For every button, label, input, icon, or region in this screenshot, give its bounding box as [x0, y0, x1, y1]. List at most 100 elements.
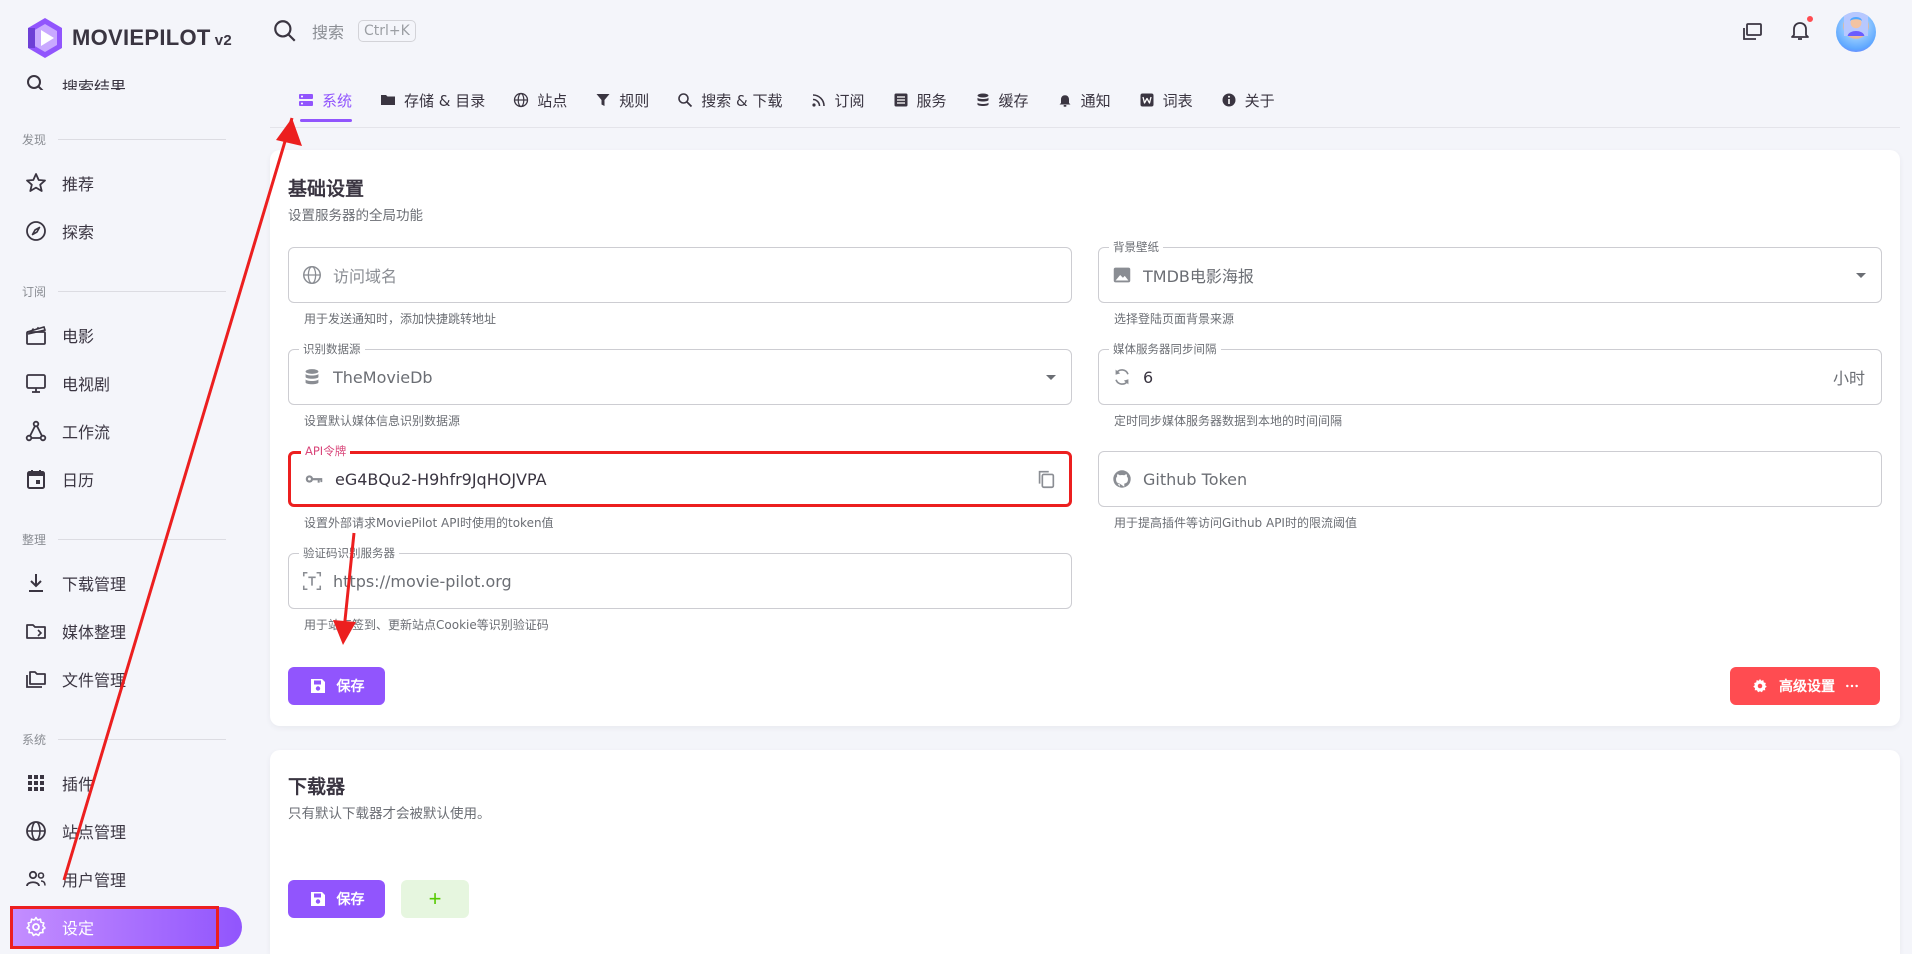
sidebar-item-download-manage[interactable]: 下载管理: [10, 563, 242, 603]
tab-label: 订阅: [834, 91, 865, 110]
avatar[interactable]: [1836, 12, 1876, 52]
tab-about[interactable]: 关于: [1207, 80, 1289, 120]
text-recognition-icon: [302, 571, 322, 591]
tab-label: 缓存: [998, 91, 1029, 110]
github-icon: [1113, 470, 1131, 488]
sidebar-item-workflow[interactable]: 工作流: [10, 411, 242, 451]
sidebar-item-label: 探索: [62, 223, 95, 242]
sidebar-item-label: 推荐: [62, 175, 95, 194]
folder-icon: [381, 95, 396, 105]
sidebar-item-file-manage[interactable]: 文件管理: [10, 659, 242, 699]
moviepilot-logo-icon: [28, 18, 62, 58]
user-avatar-icon: [1844, 12, 1868, 36]
sidebar-item-user-manage[interactable]: 用户管理: [10, 859, 242, 899]
more-horizontal-icon: [1846, 684, 1858, 688]
sync-interval-input[interactable]: 6: [1143, 368, 1823, 387]
sidebar: MOVIEPILOT v2 搜索结果 发现 推荐 探索 订阅 电影 电视剧 工作流…: [0, 0, 244, 954]
tab-label: 关于: [1244, 91, 1275, 110]
star-icon: [26, 173, 46, 192]
globe-icon: [303, 266, 321, 284]
sidebar-item-label: 站点管理: [62, 823, 127, 842]
sync-hint: 定时同步媒体服务器数据到本地的时间间隔: [1114, 414, 1343, 428]
recognize-source-value: TheMovieDb: [333, 367, 433, 387]
globe-icon: [514, 92, 529, 108]
annotation-box-settings: [10, 906, 219, 949]
workflow-icon: [25, 420, 47, 442]
copy-icon[interactable]: [1035, 468, 1057, 490]
sidebar-item-label: 工作流: [62, 423, 111, 442]
sync-interval-field[interactable]: 媒体服务器同步间隔 6 小时: [1098, 341, 1882, 405]
field-label: 识别数据源: [299, 341, 365, 357]
rss-icon: [811, 94, 825, 107]
sidebar-item-label: 插件: [62, 775, 95, 794]
search-icon: [27, 75, 44, 90]
bell-icon: [1059, 95, 1071, 107]
save-button[interactable]: 保存: [288, 667, 385, 705]
brand[interactable]: MOVIEPILOT v2: [26, 16, 232, 60]
wallpaper-value: TMDB电影海报: [1143, 267, 1254, 286]
word-icon: [1140, 93, 1154, 107]
sidebar-item-label: 电视剧: [62, 375, 111, 394]
card-title: 基础设置: [288, 178, 365, 200]
sidebar-item-site-manage[interactable]: 站点管理: [10, 811, 242, 851]
sidebar-item-tv[interactable]: 电视剧: [10, 363, 242, 403]
tab-system[interactable]: 系统: [270, 80, 366, 122]
api-token-field[interactable]: API令牌 eG4BQu2-H9hfr9JqHOJVPA: [288, 443, 1072, 507]
folder-move-icon: [26, 624, 46, 639]
github-token-field[interactable]: Github Token: [1098, 451, 1882, 507]
tab-services[interactable]: 服务: [879, 80, 961, 120]
tab-search-download[interactable]: 搜索 & 下载: [663, 80, 796, 120]
sidebar-item-media-organize[interactable]: 媒体整理: [10, 611, 242, 651]
tab-label: 站点: [537, 91, 568, 110]
search-icon: [274, 20, 296, 42]
captcha-server-input[interactable]: https://movie-pilot.org: [333, 572, 1059, 591]
window-restore-icon[interactable]: [1740, 20, 1764, 44]
info-icon: [1222, 93, 1236, 107]
globe-icon: [26, 821, 46, 841]
search-icon: [678, 93, 693, 108]
sidebar-item-explore[interactable]: 探索: [10, 211, 242, 251]
recognize-hint: 设置默认媒体信息识别数据源: [304, 414, 461, 428]
sidebar-item-movie[interactable]: 电影: [10, 315, 242, 355]
basic-settings-card: 基础设置 设置服务器的全局功能 访问域名 用于发送通知时，添加快捷跳转地址 背景…: [270, 150, 1900, 726]
tab-rules[interactable]: 规则: [581, 80, 663, 120]
tab-subscribe[interactable]: 订阅: [797, 80, 879, 120]
card-title: 下载器: [288, 776, 346, 798]
tab-notify[interactable]: 通知: [1043, 80, 1125, 120]
sidebar-item-plugins[interactable]: 插件: [10, 763, 242, 803]
sidebar-item-label: 电影: [62, 327, 95, 346]
sidebar-item-label: 搜索结果: [62, 78, 127, 90]
gear-icon: [1753, 678, 1767, 693]
image-icon: [1113, 267, 1131, 283]
add-downloader-button[interactable]: +: [401, 880, 469, 918]
top-bar: 搜索 Ctrl+K: [244, 0, 1912, 64]
sidebar-item-recommend[interactable]: 推荐: [10, 163, 242, 203]
downloader-save-button[interactable]: 保存: [288, 880, 385, 918]
notification-button[interactable]: [1788, 15, 1814, 46]
tab-storage[interactable]: 存储 & 目录: [366, 80, 499, 120]
wallpaper-select[interactable]: 背景壁纸 TMDB电影海报: [1098, 239, 1882, 303]
sidebar-item-label: 下载管理: [62, 575, 127, 594]
sidebar-item-calendar[interactable]: 日历: [10, 459, 242, 499]
github-token-input[interactable]: Github Token: [1143, 470, 1869, 489]
domain-field[interactable]: 访问域名: [288, 247, 1072, 303]
tab-label: 词表: [1162, 91, 1193, 110]
app-version: v2: [214, 32, 232, 49]
floppy-disk-icon: [310, 679, 325, 693]
sidebar-item-search-results[interactable]: 搜索结果: [10, 60, 242, 90]
save-button-label: 保存: [336, 678, 365, 694]
api-token-input[interactable]: eG4BQu2-H9hfr9JqHOJVPA: [335, 470, 1025, 489]
global-search[interactable]: 搜索 Ctrl+K: [272, 18, 416, 44]
tab-words[interactable]: 词表: [1125, 80, 1207, 120]
folders-icon: [26, 671, 46, 688]
tab-label: 通知: [1080, 91, 1111, 110]
settings-tabs: 系统 存储 & 目录 站点 规则 搜索 & 下载 订阅 服务 缓存 通知 词表 …: [270, 80, 1900, 128]
app-name: MOVIEPILOT v2: [72, 25, 232, 50]
advanced-settings-button[interactable]: 高级设置: [1730, 667, 1880, 705]
captcha-server-field[interactable]: 验证码识别服务器 https://movie-pilot.org: [288, 545, 1072, 609]
domain-input[interactable]: 访问域名: [333, 263, 1059, 287]
field-label: 背景壁纸: [1109, 239, 1163, 255]
tab-sites[interactable]: 站点: [499, 80, 581, 120]
tab-cache[interactable]: 缓存: [961, 80, 1043, 120]
recognize-source-select[interactable]: 识别数据源 TheMovieDb: [288, 341, 1072, 405]
